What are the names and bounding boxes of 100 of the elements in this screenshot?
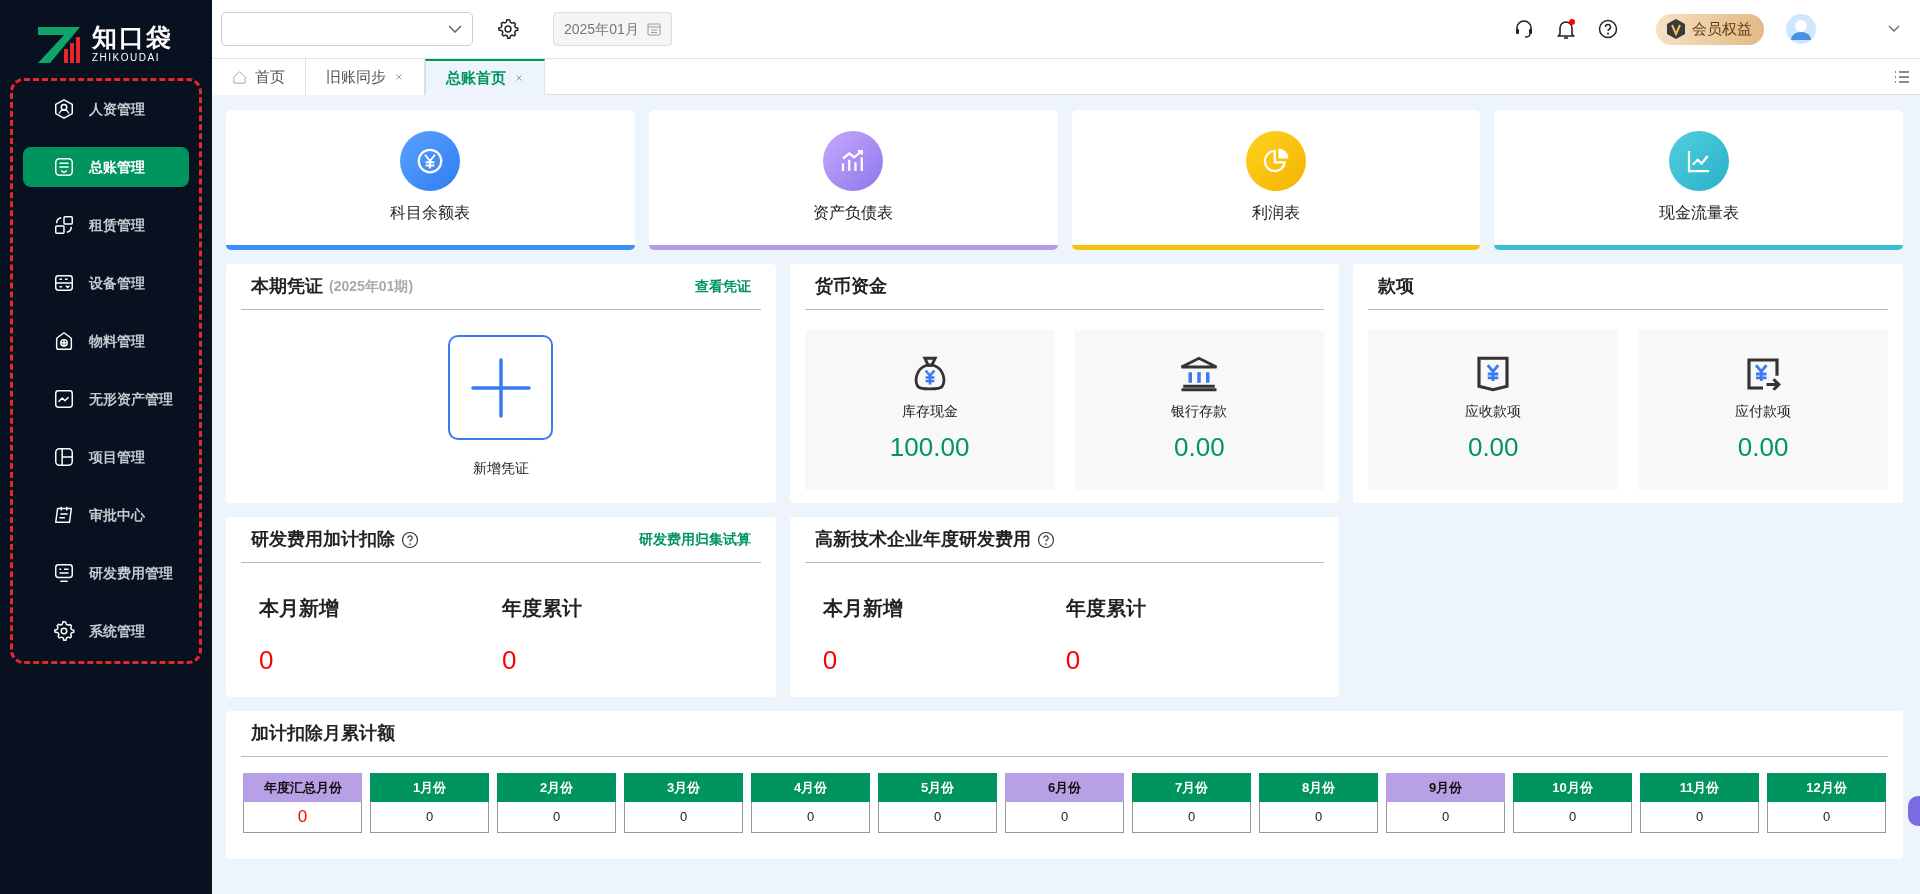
report-card[interactable]: 资产负债表 bbox=[648, 110, 1058, 250]
summary-tile[interactable]: 应付款项 0.00 bbox=[1638, 330, 1888, 490]
tile-value: 0.00 bbox=[1737, 431, 1789, 464]
settings-icon bbox=[53, 620, 75, 642]
tab[interactable]: 总账首页 bbox=[425, 59, 545, 95]
chart-icon bbox=[53, 388, 75, 410]
sidebar-item[interactable]: 项目管理 bbox=[23, 437, 189, 477]
month-value: 0 bbox=[1005, 802, 1124, 833]
card-label: 科目余额表 bbox=[390, 203, 471, 223]
month-header: 年度汇总月份 bbox=[243, 773, 362, 802]
add-voucher-label: 新增凭证 bbox=[472, 459, 529, 478]
month-value: 0 bbox=[878, 802, 997, 833]
panel-title: 货币资金 bbox=[814, 275, 887, 298]
panel-title: 本期凭证 bbox=[251, 275, 323, 298]
person-icon bbox=[53, 98, 75, 120]
month-header: 4月份 bbox=[751, 773, 870, 802]
month-header: 5月份 bbox=[878, 773, 997, 802]
calendar-icon bbox=[646, 22, 661, 36]
help-icon[interactable] bbox=[1036, 530, 1055, 549]
tile-label: 库存现金 bbox=[901, 402, 958, 421]
panel-title: 研发费用加计扣除 bbox=[251, 528, 395, 551]
home-icon bbox=[232, 69, 247, 85]
swap-icon bbox=[53, 214, 75, 236]
stat-label: 年度累计 bbox=[502, 596, 583, 621]
summary-tile[interactable]: 应收款项 0.00 bbox=[1368, 330, 1619, 490]
month-value: 0 bbox=[1513, 802, 1632, 833]
monitor-icon bbox=[53, 562, 75, 584]
sidebar-item[interactable]: 设备管理 bbox=[23, 263, 189, 303]
month-header: 6月份 bbox=[1005, 773, 1124, 802]
month-header: 3月份 bbox=[624, 773, 743, 802]
panel-title: 款项 bbox=[1378, 275, 1415, 298]
add-voucher-button[interactable] bbox=[448, 335, 554, 440]
sidebar-item[interactable]: 无形资产管理 bbox=[23, 379, 189, 419]
list-icon[interactable] bbox=[1894, 70, 1910, 84]
tile-value: 100.00 bbox=[889, 431, 970, 464]
stat-value: 0 bbox=[502, 644, 518, 677]
device-icon bbox=[53, 272, 75, 294]
month-value: 0 bbox=[1640, 802, 1759, 833]
summary-tile[interactable]: 银行存款 0.00 bbox=[1074, 330, 1325, 490]
tab[interactable]: 旧账同步 bbox=[306, 59, 425, 95]
tile-label: 应收款项 bbox=[1465, 402, 1522, 421]
month-value: 0 bbox=[624, 802, 743, 833]
summary-tile[interactable]: 库存现金 100.00 bbox=[804, 330, 1055, 490]
sidebar-item[interactable]: 系统管理 bbox=[23, 611, 189, 651]
month-value: 0 bbox=[243, 802, 362, 833]
month-value: 0 bbox=[1767, 802, 1886, 833]
month-header: 8月份 bbox=[1259, 773, 1378, 802]
chevron-icon[interactable] bbox=[1888, 25, 1900, 33]
avatar-icon[interactable] bbox=[1786, 14, 1816, 44]
layout-icon bbox=[53, 446, 75, 468]
period-field[interactable]: 2025年01月 bbox=[553, 12, 672, 46]
panel-link[interactable]: 查看凭证 bbox=[694, 276, 751, 297]
card-label: 利润表 bbox=[1251, 203, 1300, 223]
month-value: 0 bbox=[1386, 802, 1505, 833]
stat-label: 年度累计 bbox=[1065, 596, 1147, 621]
sidebar-item[interactable]: 总账管理 bbox=[23, 147, 189, 187]
stat-label: 本月新增 bbox=[259, 596, 340, 621]
headset-icon[interactable] bbox=[1514, 19, 1534, 39]
sidebar-item[interactable]: 研发费用管理 bbox=[23, 553, 189, 593]
stat-value: 0 bbox=[1065, 644, 1082, 677]
tile-label: 应付款项 bbox=[1735, 402, 1792, 421]
notification-icon[interactable] bbox=[1556, 18, 1576, 40]
month-value: 0 bbox=[1132, 802, 1251, 833]
sidebar-item[interactable]: 人资管理 bbox=[23, 89, 189, 129]
month-header: 11月份 bbox=[1640, 773, 1759, 802]
tile-value: 0.00 bbox=[1467, 431, 1519, 464]
help-icon[interactable] bbox=[1598, 19, 1618, 39]
ledger-icon bbox=[53, 156, 75, 178]
month-value: 0 bbox=[1259, 802, 1378, 833]
settings-icon[interactable] bbox=[497, 18, 519, 40]
month-header: 12月份 bbox=[1767, 773, 1886, 802]
month-header: 1月份 bbox=[370, 773, 489, 802]
tab[interactable]: 首页 bbox=[212, 59, 306, 95]
card-label: 现金流量表 bbox=[1658, 203, 1739, 223]
panel-title: 高新技术企业年度研发费用 bbox=[814, 528, 1031, 551]
help-icon[interactable] bbox=[401, 530, 419, 549]
tile-label: 银行存款 bbox=[1171, 402, 1228, 421]
month-value: 0 bbox=[751, 802, 870, 833]
month-header: 10月份 bbox=[1513, 773, 1632, 802]
close-icon[interactable] bbox=[394, 72, 404, 82]
card-label: 资产负债表 bbox=[813, 203, 894, 223]
report-card[interactable]: 利润表 bbox=[1071, 110, 1481, 250]
month-header: 2月份 bbox=[497, 773, 616, 802]
tile-value: 0.00 bbox=[1174, 431, 1225, 464]
report-card[interactable]: 现金流量表 bbox=[1494, 110, 1903, 250]
logo-name: 知口袋 bbox=[92, 25, 173, 50]
badge-icon bbox=[1666, 18, 1686, 40]
sidebar-item[interactable]: 租赁管理 bbox=[23, 205, 189, 245]
plus-icon bbox=[468, 355, 533, 420]
sidebar-item[interactable]: 物料管理 bbox=[23, 321, 189, 361]
close-icon[interactable] bbox=[514, 73, 524, 83]
month-value: 0 bbox=[497, 802, 616, 833]
box-icon bbox=[53, 330, 75, 352]
sidebar-item[interactable]: 审批中心 bbox=[23, 495, 189, 535]
stat-value: 0 bbox=[259, 644, 275, 677]
member-button[interactable]: 会员权益 bbox=[1656, 13, 1764, 45]
month-value: 0 bbox=[370, 802, 489, 833]
stat-value: 0 bbox=[822, 644, 839, 677]
panel-link[interactable]: 研发费用归集试算 bbox=[638, 529, 751, 550]
report-card[interactable]: 科目余额表 bbox=[226, 110, 635, 250]
